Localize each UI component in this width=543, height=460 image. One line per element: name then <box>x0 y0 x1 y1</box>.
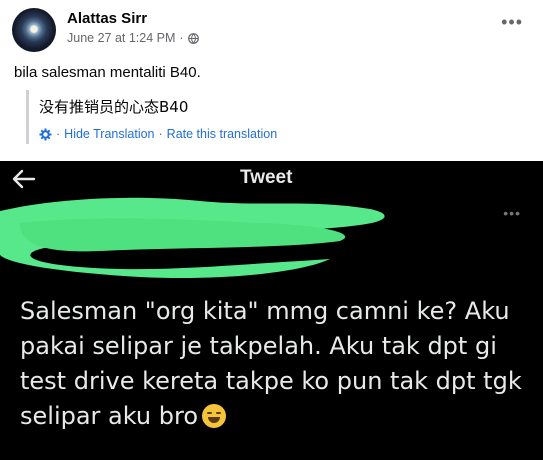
translation-dot: · <box>158 127 163 141</box>
more-options-icon[interactable]: ••• <box>503 205 521 221</box>
hide-translation-link[interactable]: Hide Translation <box>64 127 154 141</box>
facebook-post-header: Alattas Sirr June 27 at 1:24 PM · ••• bi… <box>0 0 543 160</box>
face-with-tears-of-joy-emoji <box>202 404 227 428</box>
tweet-text: Salesman "org kita" mmg camni ke? Aku pa… <box>20 297 522 430</box>
translation-block: 没有推销员的心态B40 · Hide Translation · Rate th… <box>26 90 277 144</box>
meta-separator: · <box>179 31 184 45</box>
post-meta: June 27 at 1:24 PM · <box>67 31 199 45</box>
post-author-name[interactable]: Alattas Sirr <box>67 10 147 27</box>
gear-icon[interactable] <box>39 128 52 141</box>
post-timestamp[interactable]: June 27 at 1:24 PM <box>67 31 175 45</box>
translation-actions: · Hide Translation · Rate this translati… <box>39 127 277 141</box>
tweet-body: Salesman "org kita" mmg camni ke? Aku pa… <box>20 294 535 434</box>
tweet-title: Tweet <box>240 167 293 188</box>
rate-translation-link[interactable]: Rate this translation <box>167 127 277 141</box>
globe-icon[interactable] <box>187 32 199 44</box>
avatar[interactable] <box>12 8 56 52</box>
redaction-scribble <box>0 197 385 279</box>
tweet-screenshot: Tweet ••• Salesman "org kita" mmg camni … <box>0 161 543 460</box>
more-options-icon[interactable]: ••• <box>501 12 523 33</box>
post-text: bila salesman mentaliti B40. <box>14 64 201 81</box>
translation-dot: · <box>56 127 61 141</box>
translated-text: 没有推销员的心态B40 <box>39 98 189 116</box>
